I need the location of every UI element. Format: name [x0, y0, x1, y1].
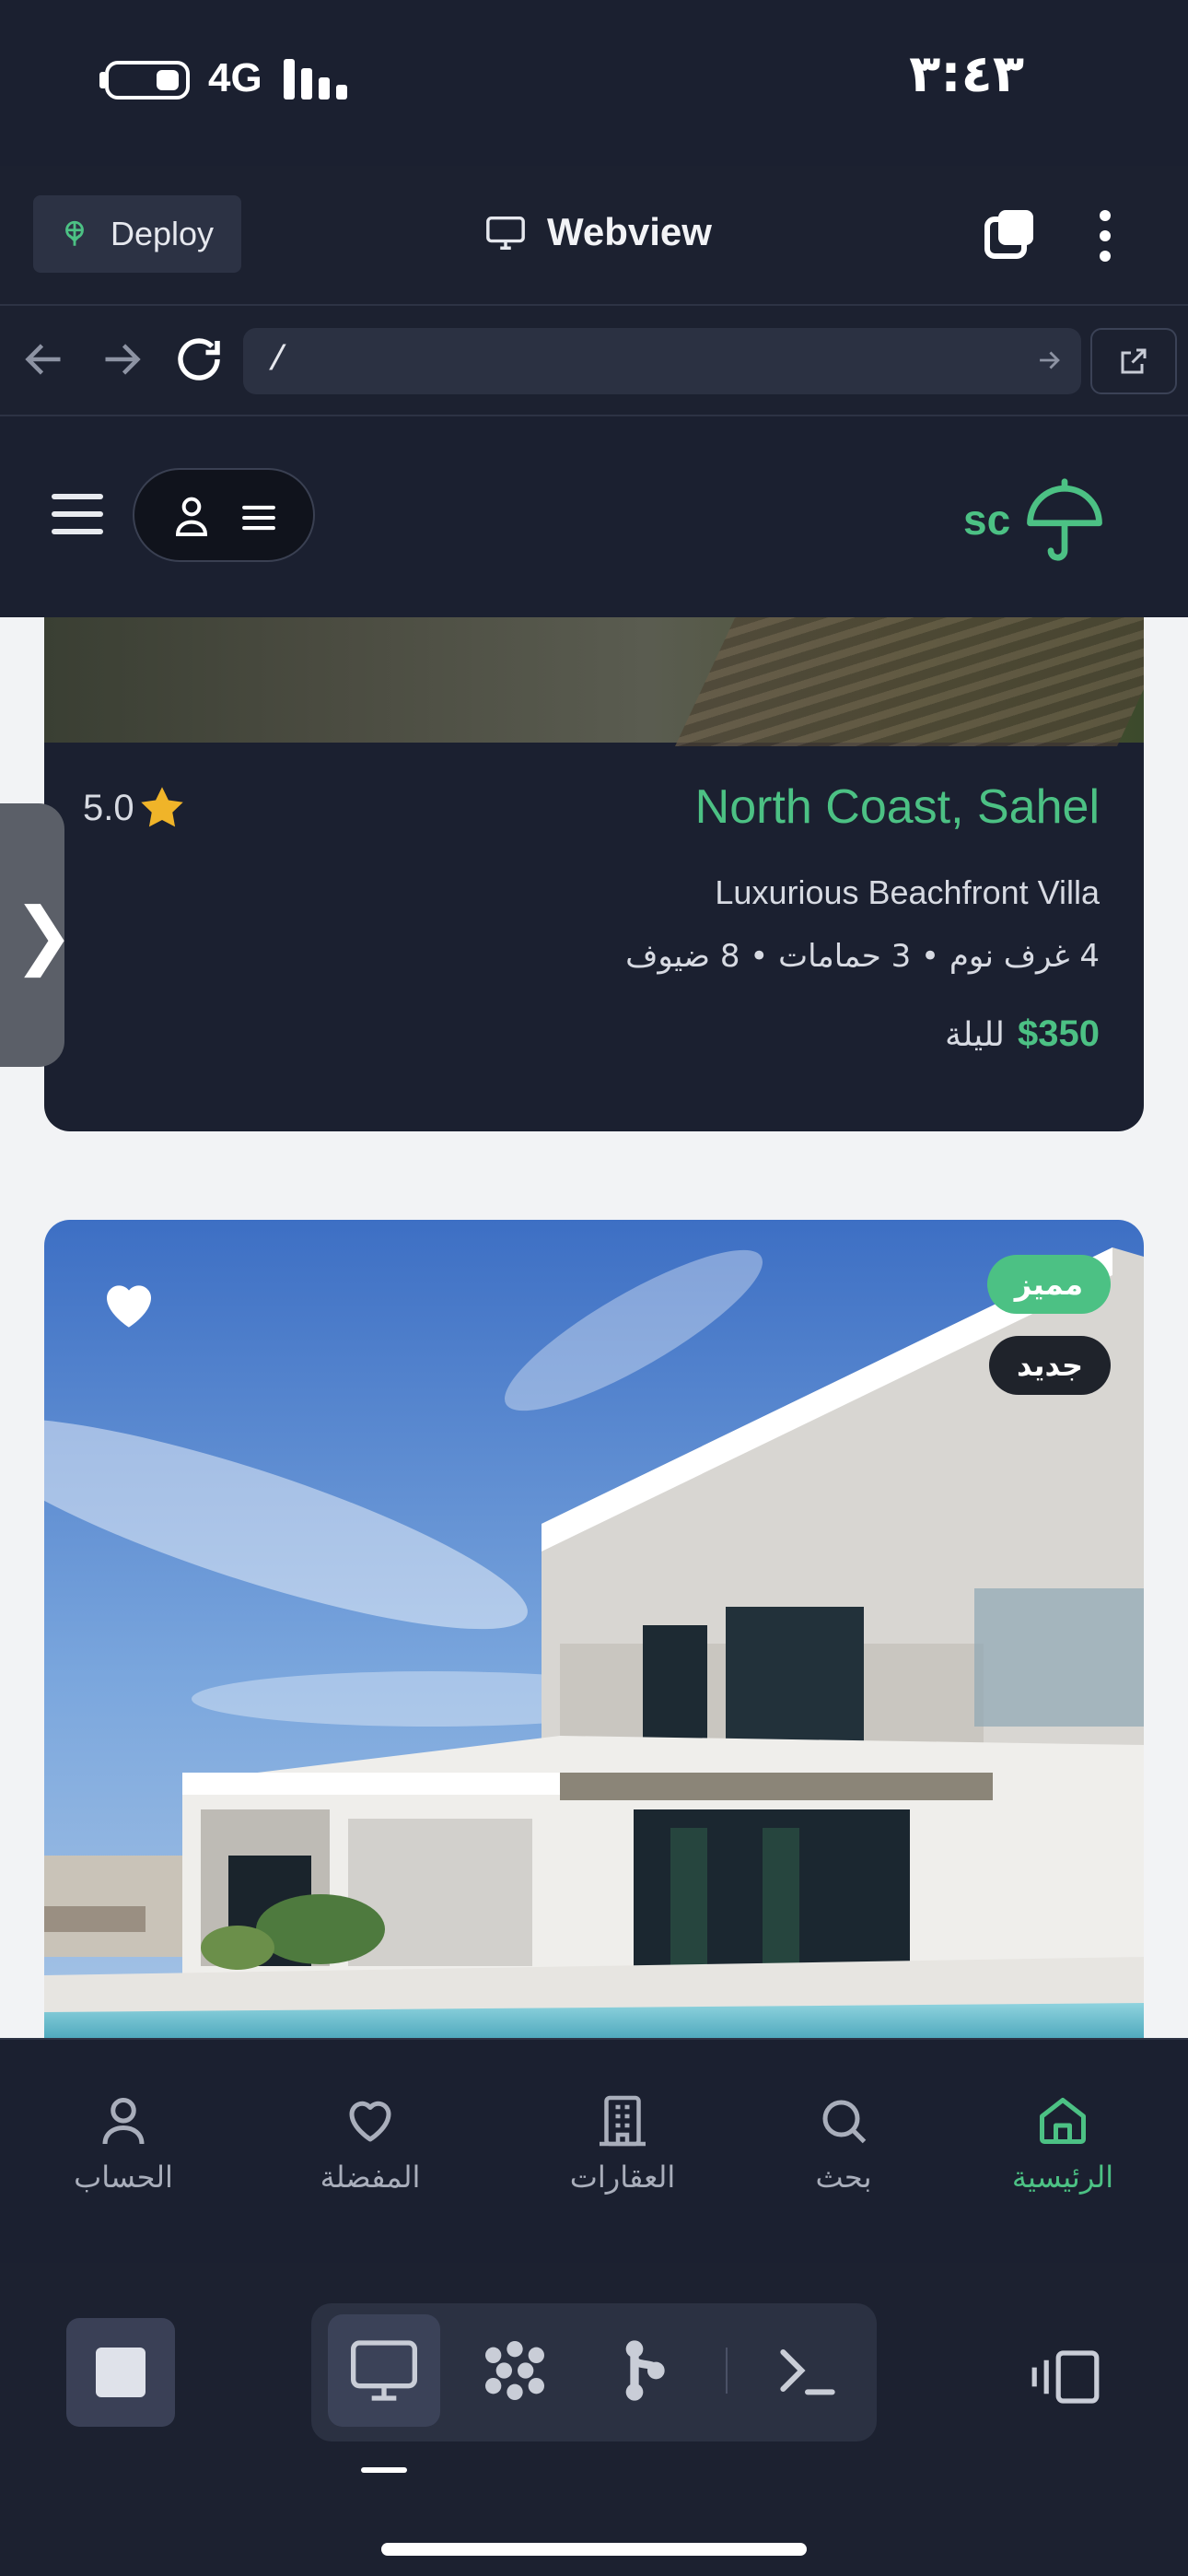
network-type: 4G — [208, 55, 262, 100]
nav-item-favorites[interactable]: المفضلة — [278, 2093, 462, 2195]
replit-toolbar — [0, 2263, 1188, 2576]
agent-icon — [485, 2341, 544, 2400]
tool-agent[interactable] — [459, 2314, 571, 2427]
active-tool-indicator — [361, 2467, 407, 2473]
hamburger-menu-icon[interactable] — [52, 494, 103, 534]
url-bar: / — [0, 306, 1188, 416]
new-badge-label: جديد — [1016, 1348, 1083, 1383]
url-input[interactable]: / — [243, 328, 1081, 394]
nav-label-home: الرئيسية — [1011, 2160, 1114, 2195]
tool-divider — [726, 2348, 728, 2394]
user-icon — [102, 2098, 145, 2145]
user-icon — [175, 497, 208, 536]
featured-badge-label: مميز — [1014, 1267, 1083, 1302]
external-link-icon — [1121, 348, 1147, 374]
listing-card[interactable]: مميز جديد — [44, 1220, 1144, 2038]
signal-icon — [284, 59, 348, 100]
building-icon — [600, 2095, 646, 2147]
search-icon — [822, 2100, 867, 2144]
listing-title: North Coast, Sahel — [694, 780, 1100, 834]
webview-label: Webview — [547, 210, 712, 253]
star-icon — [140, 787, 183, 827]
listings-feed[interactable]: ❯ North Coast, Sahel 5.0 Luxurious Beach… — [0, 617, 1188, 2038]
price-amount: $350 — [1018, 1013, 1100, 1054]
back-arrow-icon[interactable] — [17, 332, 72, 387]
nav-item-search[interactable]: بحث — [751, 2093, 936, 2195]
monitor-icon — [486, 216, 525, 250]
webview-title[interactable]: Webview — [484, 210, 712, 254]
new-badge: جديد — [988, 1336, 1111, 1395]
umbrella-icon — [1027, 478, 1103, 561]
listing-details: 4 غرف نوم • 3 حمامات • 8 ضيوف — [625, 938, 1100, 975]
replit-header: Deploy Webview — [0, 166, 1188, 306]
nav-item-account[interactable]: الحساب — [31, 2093, 215, 2195]
more-menu-icon[interactable] — [1087, 206, 1124, 265]
git-icon — [625, 2340, 665, 2401]
battery-icon — [105, 61, 190, 100]
nav-item-properties[interactable]: العقارات — [530, 2093, 715, 2195]
stop-button[interactable] — [66, 2318, 175, 2427]
tool-switcher — [311, 2303, 877, 2441]
price-unit: لليلة — [945, 1016, 1006, 1054]
home-icon — [1040, 2098, 1086, 2144]
nav-label-account: الحساب — [74, 2160, 173, 2195]
stop-icon — [96, 2348, 146, 2397]
open-external-button[interactable] — [1090, 328, 1177, 394]
url-path: / — [267, 341, 288, 381]
tabs-icon[interactable] — [980, 205, 1039, 263]
tool-webview[interactable] — [328, 2314, 440, 2427]
reload-icon[interactable] — [171, 332, 227, 387]
webview-icon — [351, 2340, 417, 2401]
go-arrow-icon[interactable] — [1033, 345, 1065, 376]
nav-label-favorites: المفضلة — [320, 2160, 421, 2195]
nav-label-search: بحث — [815, 2160, 872, 2195]
forward-arrow-icon[interactable] — [94, 332, 149, 387]
favorite-heart-icon[interactable] — [99, 1275, 158, 1330]
tool-shell[interactable] — [751, 2314, 864, 2427]
shell-icon — [780, 2349, 835, 2395]
rating-value: 5.0 — [83, 787, 134, 828]
deploy-icon — [65, 220, 84, 246]
nav-item-home[interactable]: الرئيسية — [971, 2093, 1155, 2195]
menu-lines-icon — [242, 505, 275, 531]
status-time: ٣:٤٣ — [909, 44, 1024, 104]
status-bar: 4G ٣:٤٣ — [0, 0, 1188, 166]
nav-label-properties: العقارات — [569, 2160, 676, 2195]
deploy-label: Deploy — [111, 215, 215, 252]
user-menu-button[interactable] — [133, 468, 315, 562]
side-panel-icon[interactable] — [1030, 2348, 1101, 2406]
battery-tip — [99, 72, 105, 88]
listing-photo — [44, 1220, 1144, 2038]
listing-image — [44, 617, 1144, 743]
featured-badge: مميز — [986, 1255, 1111, 1314]
listing-price: لليلة $350 — [945, 1013, 1100, 1055]
heart-icon — [349, 2101, 391, 2142]
home-indicator — [381, 2543, 807, 2556]
deploy-button[interactable]: Deploy — [33, 195, 241, 273]
brand-text: sc — [963, 496, 1011, 544]
listing-card[interactable]: North Coast, Sahel 5.0 Luxurious Beachfr… — [44, 617, 1144, 1131]
tool-git[interactable] — [588, 2314, 700, 2427]
chevron-right-icon: ❯ — [13, 892, 76, 978]
listing-rating: 5.0 — [83, 785, 186, 831]
brand-logo[interactable]: sc — [963, 474, 1106, 566]
bottom-nav: الرئيسية بحث العقارات المفضلة الحساب — [0, 2038, 1188, 2263]
listing-subtitle: Luxurious Beachfront Villa — [715, 873, 1100, 911]
side-drawer-tab[interactable]: ❯ — [0, 803, 75, 1067]
app-header: sc — [0, 416, 1188, 617]
